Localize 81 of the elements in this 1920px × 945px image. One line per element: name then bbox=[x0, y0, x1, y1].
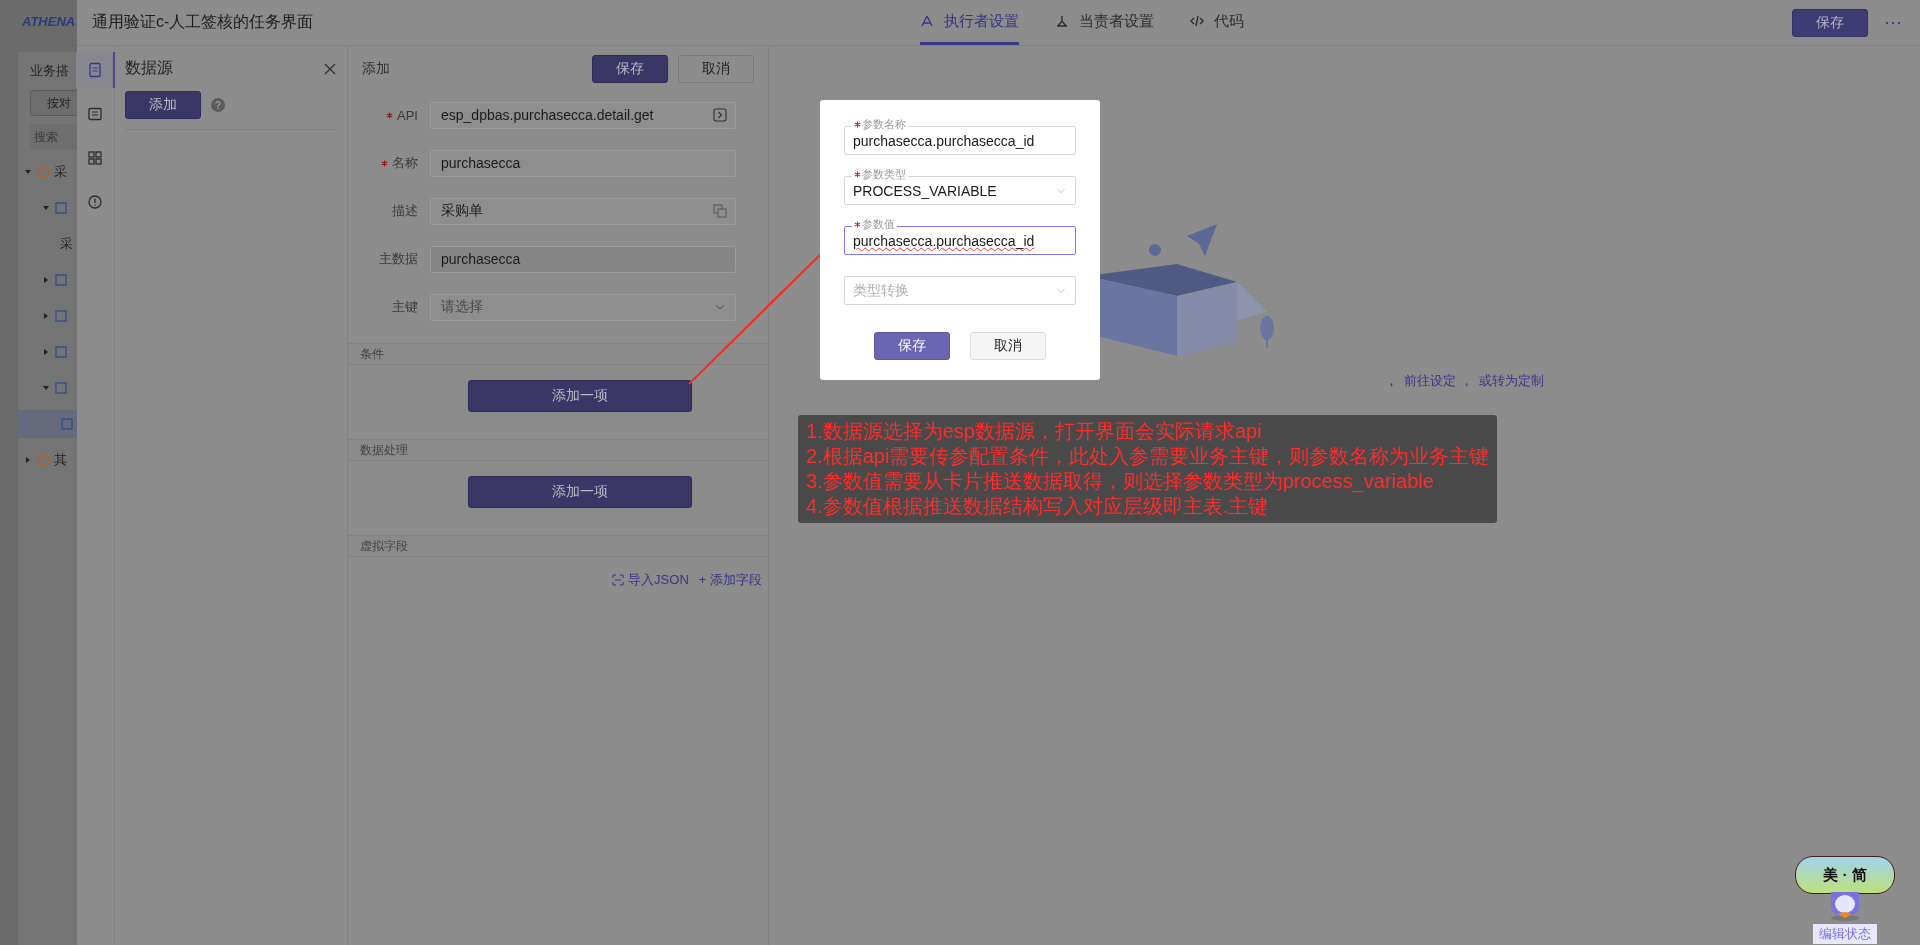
caret-icon[interactable] bbox=[42, 348, 50, 356]
required-icon bbox=[854, 171, 861, 178]
add-button[interactable]: 添加 bbox=[125, 91, 201, 119]
tab[interactable]: 执行者设置 bbox=[920, 0, 1019, 45]
add-item-button[interactable]: 添加一项 bbox=[468, 476, 692, 508]
node-icon bbox=[36, 165, 50, 179]
document-icon bbox=[86, 62, 103, 78]
input-field[interactable]: purchasecca bbox=[430, 149, 736, 177]
node-icon bbox=[60, 417, 74, 431]
tab-icon bbox=[920, 14, 934, 28]
help-icon[interactable]: ? bbox=[211, 98, 225, 112]
tree-row[interactable]: 其 bbox=[18, 446, 77, 474]
close-icon[interactable] bbox=[323, 61, 337, 76]
caret-icon[interactable] bbox=[42, 384, 50, 392]
input-field[interactable]: esp_dpbas.purchasecca.detail.get bbox=[430, 101, 736, 129]
tree-row[interactable]: 采 bbox=[18, 158, 77, 186]
import-icon bbox=[612, 574, 625, 586]
node-icon bbox=[54, 309, 68, 323]
info-icon bbox=[86, 194, 103, 210]
drawer-title: 通用验证c-人工签核的任务界面 bbox=[92, 12, 315, 32]
tree-row[interactable]: 采 bbox=[18, 230, 77, 258]
field-label: 主键 bbox=[392, 298, 418, 316]
rail-tab[interactable] bbox=[76, 52, 115, 88]
section-title: 条件 bbox=[360, 347, 384, 361]
save-button[interactable]: 保存 bbox=[1792, 8, 1868, 37]
required-icon bbox=[386, 111, 394, 119]
tab[interactable]: 当责者设置 bbox=[1055, 0, 1154, 45]
link[interactable]: 或转为定制 bbox=[1478, 372, 1544, 390]
caret-icon[interactable] bbox=[24, 168, 32, 176]
required-icon bbox=[854, 221, 861, 228]
section-title: 数据处理 bbox=[360, 443, 408, 457]
cancel-button[interactable]: 取消 bbox=[970, 332, 1046, 360]
tab-icon bbox=[1190, 14, 1204, 28]
field-label: 名称 bbox=[392, 154, 418, 172]
link[interactable]: + 添加字段 bbox=[698, 571, 762, 589]
more-button[interactable]: ··· bbox=[1878, 11, 1908, 34]
grid-icon bbox=[86, 150, 103, 166]
node-icon bbox=[54, 345, 68, 359]
tree-label: 其 bbox=[54, 451, 67, 469]
expand-icon[interactable] bbox=[713, 108, 727, 122]
node-icon bbox=[54, 381, 68, 395]
caret-icon[interactable] bbox=[42, 312, 50, 320]
sticker-bubble: 美 · 简 bbox=[1795, 856, 1895, 894]
logo: ATHENA bbox=[21, 13, 77, 31]
caret-icon[interactable] bbox=[42, 204, 50, 212]
link[interactable]: 前往设定 ， bbox=[1404, 372, 1473, 390]
input-field[interactable]: 采购单 bbox=[430, 197, 736, 225]
node-icon bbox=[54, 201, 68, 215]
tree-label: 采 bbox=[60, 235, 73, 253]
cancel-button[interactable]: 取消 bbox=[678, 54, 754, 83]
input-field[interactable]: purchasecca bbox=[430, 245, 736, 273]
caret-icon[interactable] bbox=[24, 456, 32, 464]
caret-icon[interactable] bbox=[42, 276, 50, 284]
list-icon bbox=[86, 106, 103, 122]
save-button[interactable]: 保存 bbox=[874, 332, 950, 360]
translate-icon[interactable] bbox=[713, 204, 727, 218]
required-icon bbox=[381, 159, 388, 167]
required-icon bbox=[854, 121, 861, 128]
annotation-text: 3.参数值需要从卡片推送数据取得，则选择参数类型为process_variable bbox=[806, 469, 1435, 494]
node-icon bbox=[54, 273, 68, 287]
tab-icon bbox=[1055, 14, 1069, 28]
annotation-text: 1.数据源选择为esp数据源，打开界面会实际请求api bbox=[806, 419, 1263, 444]
empty-text: ， bbox=[1385, 372, 1398, 390]
link[interactable]: 导入JSON bbox=[612, 571, 689, 589]
section-title: 虚拟字段 bbox=[360, 539, 408, 553]
annotation-text: 2.根据api需要传参配置条件，此处入参需要业务主键，则参数名称为业务主键 bbox=[806, 444, 1490, 469]
node-icon bbox=[36, 453, 50, 467]
save-button[interactable]: 保存 bbox=[592, 54, 668, 83]
form-title: 添加 bbox=[362, 59, 391, 78]
annotation-text: 4.参数值根据推送数据结构写入对应层级即主表.主键 bbox=[806, 494, 1270, 519]
tree-label: 采 bbox=[54, 163, 67, 181]
field-label: 主数据 bbox=[379, 250, 418, 268]
status-label: 编辑状态 bbox=[1813, 924, 1877, 944]
panel-title: 业务搭 bbox=[30, 62, 70, 80]
field-label: API bbox=[397, 107, 418, 123]
input-field[interactable]: 请选择 bbox=[430, 293, 736, 321]
field-label: 描述 bbox=[392, 202, 418, 220]
tab[interactable]: 代码 bbox=[1190, 0, 1244, 45]
panel-title: 数据源 bbox=[125, 58, 173, 78]
filter-button[interactable]: 按对 bbox=[30, 90, 77, 116]
add-item-button[interactable]: 添加一项 bbox=[468, 380, 692, 412]
